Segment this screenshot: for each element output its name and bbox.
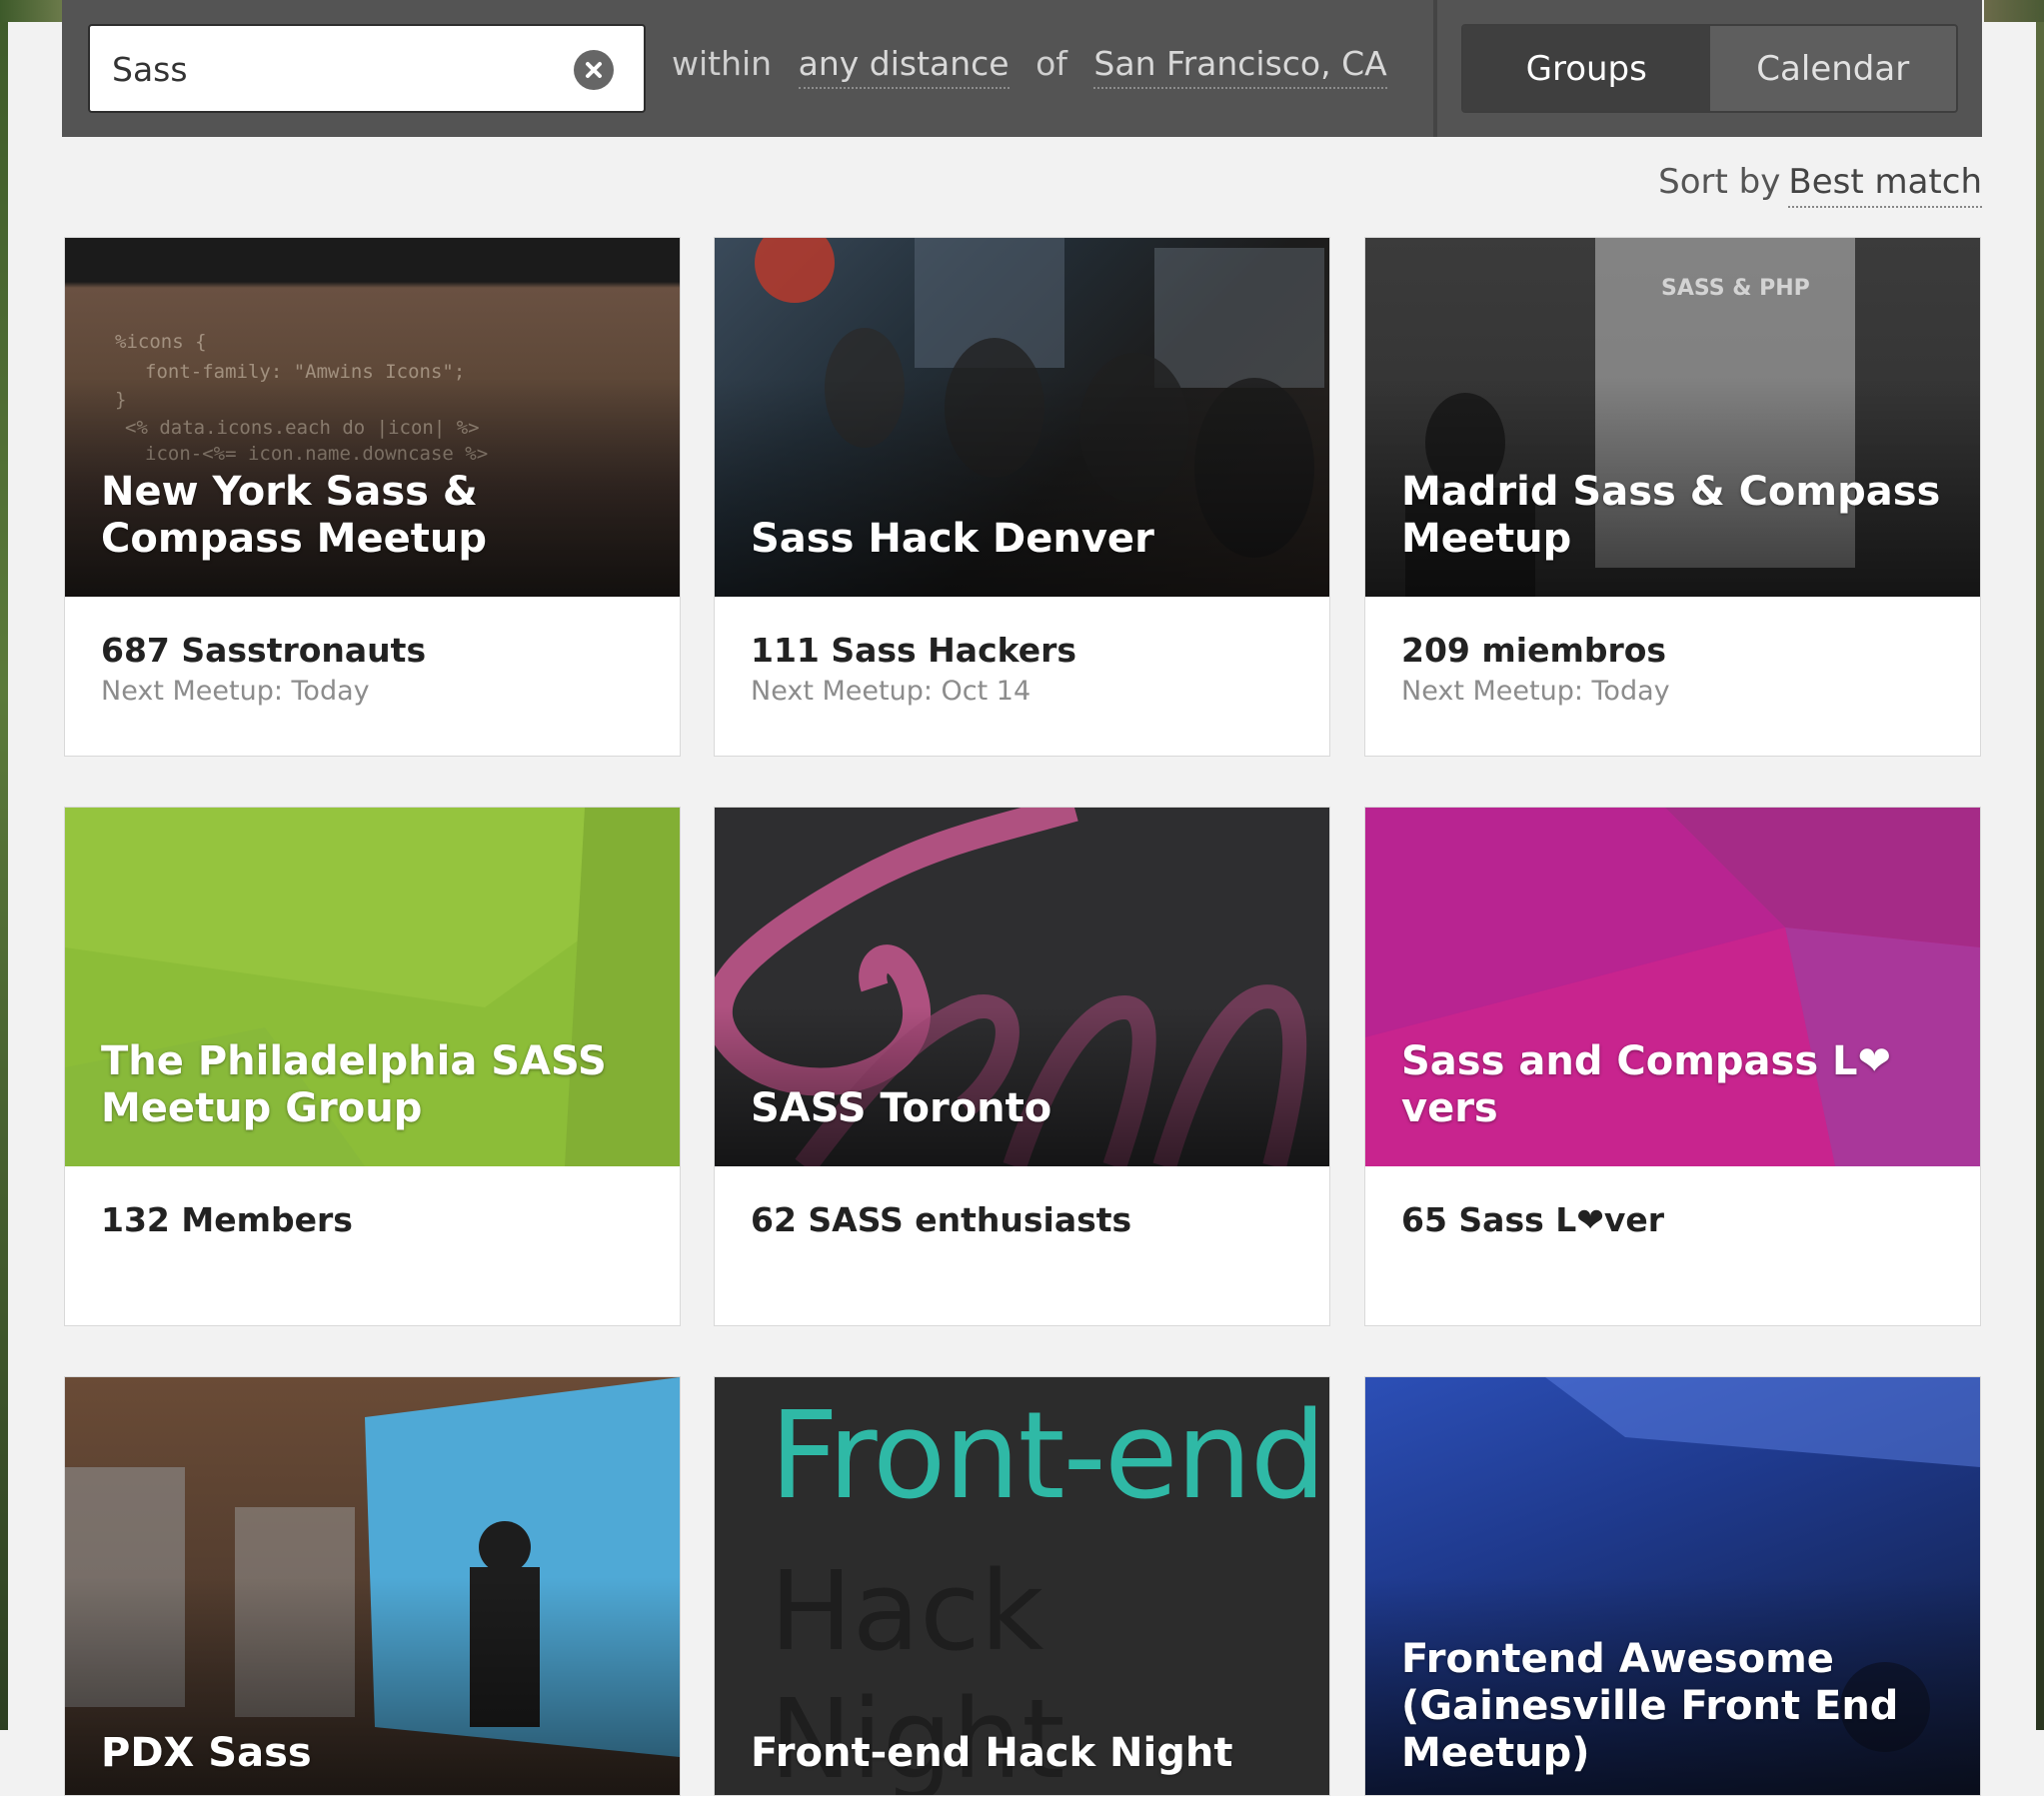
view-toggle: Groups Calendar: [1461, 24, 1958, 113]
page-edge-top-left: [0, 0, 62, 22]
photo-screen-text: SASS & PHP: [1661, 276, 1810, 301]
photo-shade: [715, 377, 1329, 597]
page-edge-top-right: [1984, 0, 2044, 22]
calendar-tab[interactable]: Calendar: [1709, 26, 1956, 111]
group-title[interactable]: SASS Toronto: [751, 1085, 1301, 1132]
group-photo: Front-end Hack Night Front-end Hack Nigh…: [715, 1377, 1329, 1795]
member-count: 62 SASS enthusiasts: [751, 1200, 1132, 1239]
search-bar-divider: [1433, 0, 1437, 137]
group-photo: %icons { font-family: "Amwins Icons"; } …: [65, 238, 680, 597]
group-card[interactable]: Sass and Compass L❤vers 65 Sass L❤ver: [1364, 807, 1981, 1326]
member-count: 65 Sass L❤ver: [1401, 1200, 1665, 1239]
group-card[interactable]: SASS & PHP Madrid Sass & Compass Meetup …: [1364, 237, 1981, 757]
group-photo: SASS & PHP Madrid Sass & Compass Meetup: [1365, 238, 1980, 597]
search-phrase: within any distance of San Francisco, CA: [672, 44, 1387, 89]
group-title[interactable]: Frontend Awesome (Gainesville Front End …: [1401, 1636, 1952, 1777]
group-photo: Sass and Compass L❤vers: [1365, 808, 1980, 1166]
group-card[interactable]: SASS Toronto 62 SASS enthusiasts: [714, 807, 1330, 1326]
group-photo: PDX Sass: [65, 1377, 680, 1795]
group-card[interactable]: The Philadelphia SASS Meetup Group 132 M…: [64, 807, 681, 1326]
within-label: within: [672, 44, 773, 83]
group-title[interactable]: Front-end Hack Night: [751, 1730, 1301, 1777]
member-count: 687 Sasstronauts: [101, 631, 427, 670]
sort-selector[interactable]: Best match: [1788, 162, 1982, 208]
distance-selector[interactable]: any distance: [798, 44, 1010, 89]
of-label: of: [1035, 44, 1067, 83]
member-count: 111 Sass Hackers: [751, 631, 1076, 670]
group-card[interactable]: Front-end Hack Night Front-end Hack Nigh…: [714, 1376, 1330, 1796]
next-meetup: Next Meetup: Today: [1401, 676, 1670, 707]
member-count: 132 Members: [101, 1200, 353, 1239]
svg-text:%icons {: %icons {: [115, 331, 207, 353]
group-title[interactable]: Madrid Sass & Compass Meetup: [1401, 469, 1952, 563]
photo-headline-text: Front-end: [770, 1387, 1326, 1526]
page-edge-left: [0, 0, 8, 1730]
search-input[interactable]: [110, 26, 574, 113]
group-title[interactable]: New York Sass & Compass Meetup: [101, 469, 652, 563]
group-title[interactable]: PDX Sass: [101, 1730, 652, 1777]
page-edge-right: [2036, 0, 2044, 1730]
clear-circle-x-icon[interactable]: [574, 50, 614, 90]
search-box: [88, 24, 646, 113]
sort-label: Sort by: [1658, 162, 1781, 202]
group-card[interactable]: Frontend Awesome (Gainesville Front End …: [1364, 1376, 1981, 1796]
next-meetup: Next Meetup: Today: [101, 676, 370, 707]
search-bar: within any distance of San Francisco, CA…: [62, 0, 1982, 137]
location-selector[interactable]: San Francisco, CA: [1093, 44, 1387, 89]
group-title[interactable]: Sass and Compass L❤vers: [1401, 1038, 1952, 1132]
group-photo: Frontend Awesome (Gainesville Front End …: [1365, 1377, 1980, 1795]
group-title[interactable]: Sass Hack Denver: [751, 516, 1301, 563]
group-photo: The Philadelphia SASS Meetup Group: [65, 808, 680, 1166]
group-card[interactable]: %icons { font-family: "Amwins Icons"; } …: [64, 237, 681, 757]
group-photo: SASS Toronto: [715, 808, 1329, 1166]
groups-tab[interactable]: Groups: [1463, 26, 1710, 111]
group-photo: Sass Hack Denver: [715, 238, 1329, 597]
group-title[interactable]: The Philadelphia SASS Meetup Group: [101, 1038, 652, 1132]
group-card[interactable]: Sass Hack Denver 111 Sass Hackers Next M…: [714, 237, 1330, 757]
member-count: 209 miembros: [1401, 631, 1667, 670]
group-card[interactable]: PDX Sass: [64, 1376, 681, 1796]
sort-control: Sort by Best match: [1658, 162, 1982, 208]
next-meetup: Next Meetup: Oct 14: [751, 676, 1031, 707]
